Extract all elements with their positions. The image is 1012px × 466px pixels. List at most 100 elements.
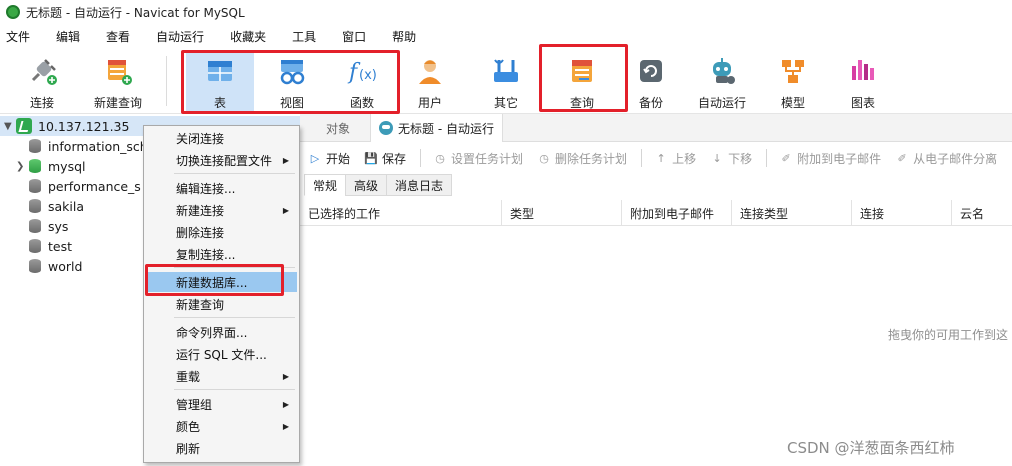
menu-delete-connection[interactable]: 删除连接 — [146, 222, 297, 242]
chart-button[interactable]: 图表 — [840, 50, 886, 112]
window-title: 无标题 - 自动运行 - Navicat for MySQL — [26, 5, 245, 20]
table-button[interactable]: 表 — [186, 50, 254, 112]
automation-button[interactable]: 自动运行 — [692, 50, 752, 112]
save-icon: 💾 — [364, 151, 378, 165]
svg-text:(x): (x) — [359, 68, 377, 83]
database-node[interactable]: ❯ mysql — [16, 156, 86, 176]
start-button[interactable]: ▷ 开始 — [308, 150, 350, 167]
model-button[interactable]: 模型 — [770, 50, 816, 112]
menu-automation[interactable]: 自动运行 — [156, 28, 204, 45]
chevron-down-icon[interactable]: ▼ — [4, 121, 16, 132]
database-icon — [28, 239, 42, 253]
move-up-button[interactable]: ↑ 上移 — [654, 150, 696, 167]
arrow-down-icon: ↓ — [712, 151, 722, 165]
tab-objects[interactable]: 对象 — [326, 114, 350, 142]
chevron-right-icon[interactable]: ❯ — [16, 161, 28, 172]
menu-tools[interactable]: 工具 — [292, 28, 316, 45]
menu-edit[interactable]: 编辑 — [56, 28, 80, 45]
play-icon: ▷ — [310, 151, 320, 165]
selected-jobs-table-header: 已选择的工作 类型 附加到电子邮件 连接类型 连接 云名 — [300, 200, 1012, 226]
column-header[interactable]: 连接 — [852, 200, 952, 226]
database-icon — [28, 179, 42, 193]
clock-delete-icon: ◷ — [539, 151, 549, 165]
tab-automation[interactable]: 无标题 - 自动运行 — [370, 114, 503, 142]
tab-general[interactable]: 常规 — [304, 174, 347, 196]
robot-icon — [379, 121, 393, 135]
submenu-arrow-icon: ▶ — [282, 371, 289, 381]
database-icon — [28, 159, 42, 173]
navicat-logo-icon — [6, 5, 20, 19]
menu-copy-connection[interactable]: 复制连接... — [146, 244, 297, 264]
menu-view[interactable]: 查看 — [106, 28, 130, 45]
connect-button[interactable]: 连接 — [14, 50, 70, 112]
query-icon — [565, 54, 599, 88]
database-node[interactable]: sys — [16, 216, 68, 236]
detach-email-button[interactable]: ✐ 从电子邮件分离 — [895, 150, 998, 167]
menu-manage-group[interactable]: 管理组 ▶ — [146, 394, 297, 414]
new-query-button[interactable]: 新建查询 — [88, 50, 148, 112]
connection-context-menu: 关闭连接 切换连接配置文件 ▶ 编辑连接... 新建连接 ▶ 删除连接 复制连接… — [143, 125, 300, 463]
tab-advanced[interactable]: 高级 — [345, 174, 388, 196]
column-header[interactable]: 附加到电子邮件 — [622, 200, 732, 226]
tab-message-log[interactable]: 消息日志 — [386, 174, 453, 196]
function-fx-icon: f (x) — [345, 54, 379, 88]
database-icon — [28, 259, 42, 273]
set-schedule-button[interactable]: ◷ 设置任务计划 — [433, 150, 523, 167]
view-button[interactable]: 视图 — [258, 50, 326, 112]
menu-command-line[interactable]: 命令列界面... — [146, 322, 297, 342]
user-icon — [413, 54, 447, 88]
column-header[interactable]: 类型 — [502, 200, 622, 226]
database-node[interactable]: world — [16, 256, 82, 276]
menu-close-connection[interactable]: 关闭连接 — [146, 128, 297, 148]
column-header[interactable]: 云名 — [952, 200, 1012, 226]
chart-icon — [846, 54, 880, 88]
column-header[interactable]: 连接类型 — [732, 200, 852, 226]
menu-bar: 文件 编辑 查看 自动运行 收藏夹 工具 窗口 帮助 — [0, 26, 1012, 46]
database-node[interactable]: test — [16, 236, 72, 256]
submenu-arrow-icon: ▶ — [282, 399, 289, 409]
csdn-watermark: CSDN @洋葱面条西红柿 — [787, 439, 955, 457]
menu-switch-profile[interactable]: 切换连接配置文件 ▶ — [146, 150, 297, 170]
menu-reload[interactable]: 重载 ▶ — [146, 366, 297, 386]
table-icon — [203, 54, 237, 88]
main-toolbar: 连接 新建查询 表 视图 f (x) 函数 用户 其它 查询 备份 自动运行 模… — [0, 44, 1012, 114]
menu-favorites[interactable]: 收藏夹 — [230, 28, 266, 45]
object-tab-bar: 对象 无标题 - 自动运行 — [300, 114, 1012, 142]
paperclip-icon: ✐ — [781, 151, 791, 165]
menu-run-sql-file[interactable]: 运行 SQL 文件... — [146, 344, 297, 364]
move-down-button[interactable]: ↓ 下移 — [710, 150, 752, 167]
tools-icon — [489, 54, 523, 88]
save-button[interactable]: 💾 保存 — [364, 150, 406, 167]
clock-icon: ◷ — [435, 151, 445, 165]
drag-jobs-hint: 拖曳你的可用工作到这 — [888, 328, 1009, 342]
menu-edit-connection[interactable]: 编辑连接... — [146, 178, 297, 198]
other-button[interactable]: 其它 — [480, 50, 532, 112]
arrow-up-icon: ↑ — [656, 151, 666, 165]
attach-email-button[interactable]: ✐ 附加到电子邮件 — [779, 150, 881, 167]
query-button[interactable]: 查询 — [552, 50, 612, 112]
database-icon — [28, 219, 42, 233]
menu-new-connection[interactable]: 新建连接 ▶ — [146, 200, 297, 220]
database-icon — [28, 139, 42, 153]
plug-icon — [25, 54, 59, 88]
user-button[interactable]: 用户 — [404, 50, 456, 112]
menu-file[interactable]: 文件 — [6, 28, 30, 45]
database-node[interactable]: information_sch — [16, 136, 148, 156]
menu-color[interactable]: 颜色 ▶ — [146, 416, 297, 436]
backup-restore-icon — [634, 54, 668, 88]
detach-icon: ✐ — [897, 151, 907, 165]
backup-button[interactable]: 备份 — [628, 50, 674, 112]
menu-new-query[interactable]: 新建查询 — [146, 294, 297, 314]
menu-refresh[interactable]: 刷新 — [146, 438, 297, 458]
menu-new-database[interactable]: 新建数据库... — [146, 272, 297, 292]
database-node[interactable]: performance_s — [16, 176, 141, 196]
delete-schedule-button[interactable]: ◷ 删除任务计划 — [537, 150, 627, 167]
submenu-arrow-icon: ▶ — [282, 421, 289, 431]
database-node[interactable]: sakila — [16, 196, 84, 216]
submenu-arrow-icon: ▶ — [282, 205, 289, 215]
menu-help[interactable]: 帮助 — [392, 28, 416, 45]
database-icon — [28, 199, 42, 213]
function-button[interactable]: f (x) 函数 — [328, 50, 396, 112]
menu-window[interactable]: 窗口 — [342, 28, 366, 45]
column-header[interactable]: 已选择的工作 — [300, 200, 502, 226]
